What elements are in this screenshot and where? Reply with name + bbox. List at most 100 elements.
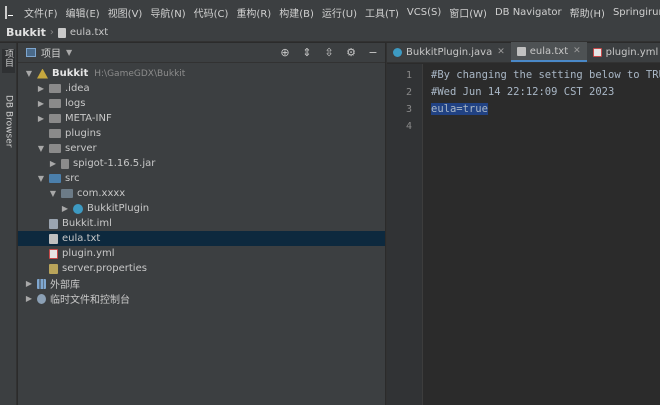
tree-item-spigot-jar[interactable]: ▶ spigot-1.16.5.jar	[18, 156, 385, 171]
tab-plugin-yml[interactable]: plugin.yml	[587, 42, 660, 62]
chevron-down-icon[interactable]: ▼	[48, 189, 58, 198]
code-editor[interactable]: #By changing the setting below to TRUE y…	[431, 64, 660, 405]
tree-label: META-INF	[65, 113, 112, 124]
menu-window[interactable]: 窗口(W)	[449, 5, 487, 20]
chevron-right-icon: ›	[49, 27, 54, 38]
tree-label: Bukkit	[52, 68, 89, 79]
menu-vcs[interactable]: VCS(S)	[407, 7, 441, 18]
class-icon	[73, 203, 83, 214]
tab-eula-txt[interactable]: eula.txt ✕	[510, 42, 587, 62]
tree-item-bukkit[interactable]: ▼ Bukkit H:\GameGDX\Bukkit	[18, 66, 385, 81]
tree-item-bukkit-iml[interactable]: Bukkit.iml	[18, 216, 385, 231]
menu-view[interactable]: 视图(V)	[108, 5, 143, 20]
project-tool-label: 项目	[3, 49, 13, 67]
tree-label: 临时文件和控制台	[50, 295, 130, 306]
tab-label: eula.txt	[529, 45, 569, 57]
chevron-down-icon[interactable]: ▼	[66, 48, 72, 57]
tree-item-external-libraries[interactable]: ▶ 外部库	[18, 276, 385, 291]
tree-item-logs[interactable]: ▶ logs	[18, 96, 385, 111]
menu-db-navigator[interactable]: DB Navigator	[495, 7, 562, 18]
menu-file[interactable]: 文件(F)	[24, 5, 58, 20]
tree-item-plugin-yml[interactable]: plugin.yml	[18, 246, 385, 261]
menu-run[interactable]: 运行(U)	[322, 5, 357, 20]
source-folder-icon	[49, 174, 61, 183]
tree-item-server-properties[interactable]: server.properties	[18, 261, 385, 276]
tree-item-package[interactable]: ▼ com.xxxx	[18, 186, 385, 201]
expand-all-icon[interactable]: ⇕	[301, 46, 313, 59]
menu-refactor[interactable]: 重构(R)	[236, 5, 271, 20]
tree-label: Bukkit.iml	[62, 218, 112, 229]
tab-label: plugin.yml	[605, 46, 659, 58]
tree-item-src[interactable]: ▼ src	[18, 171, 385, 186]
package-icon	[61, 189, 73, 198]
tree-label: logs	[65, 98, 86, 109]
chevron-right-icon[interactable]: ▶	[48, 159, 58, 168]
code-line[interactable]: #By changing the setting below to TRUE y…	[431, 69, 660, 81]
locate-icon[interactable]: ⊕	[279, 46, 291, 59]
tree-label: 外部库	[50, 280, 80, 291]
chevron-right-icon[interactable]: ▶	[24, 279, 34, 288]
folder-icon	[49, 99, 61, 108]
tree-label: server.properties	[62, 263, 147, 274]
yaml-file-icon	[592, 47, 602, 57]
chevron-down-icon[interactable]: ▼	[24, 69, 34, 78]
menu-bar: 文件(F) 编辑(E) 视图(V) 导航(N) 代码(C) 重构(R) 构建(B…	[0, 0, 660, 24]
project-path: H:\GameGDX\Bukkit	[94, 68, 186, 79]
tree-item-plugins[interactable]: plugins	[18, 126, 385, 141]
chevron-right-icon[interactable]: ▶	[36, 99, 46, 108]
project-panel: 项目 ▼ ⊕ ⇕ ⇳ ⚙ − ▼ Bukkit H:\GameGDX\Bukki…	[18, 43, 385, 405]
left-tool-strip: 项目 DB Browser	[0, 43, 17, 405]
line-number-gutter: 1 2 3 4	[387, 64, 423, 405]
tree-item-meta-inf[interactable]: ▶ META-INF	[18, 111, 385, 126]
chevron-right-icon[interactable]: ▶	[36, 84, 46, 93]
close-icon[interactable]: ✕	[573, 46, 581, 56]
gear-icon[interactable]: ⚙	[345, 46, 357, 59]
tab-bukkitplugin-java[interactable]: BukkitPlugin.java ✕	[387, 42, 511, 62]
code-line[interactable]: #Wed Jun 14 22:12:09 CST 2023	[431, 86, 614, 98]
minimize-icon[interactable]: −	[367, 46, 379, 59]
tree-label: BukkitPlugin	[87, 203, 150, 214]
tree-item-eula[interactable]: eula.txt	[18, 231, 385, 246]
menu-tools[interactable]: 工具(T)	[365, 5, 399, 20]
tree-item-bukkitplugin[interactable]: ▶ BukkitPlugin	[18, 201, 385, 216]
folder-icon	[49, 114, 61, 123]
tree-item-scratches[interactable]: ▶ 临时文件和控制台	[18, 291, 385, 306]
tree-label: plugins	[65, 128, 102, 139]
menu-edit[interactable]: 编辑(E)	[66, 5, 100, 20]
properties-file-icon	[49, 263, 58, 274]
menu-navigate[interactable]: 导航(N)	[150, 5, 185, 20]
project-view-icon	[26, 48, 36, 57]
db-browser-tool-tab[interactable]: DB Browser	[2, 95, 15, 159]
text-file-icon	[516, 46, 526, 56]
app-logo-icon[interactable]	[5, 5, 13, 19]
tree-label: spigot-1.16.5.jar	[73, 158, 156, 169]
jar-icon	[61, 158, 69, 169]
panel-title[interactable]: 项目	[41, 45, 61, 60]
db-browser-label: DB Browser	[3, 95, 14, 148]
tree-label: plugin.yml	[62, 248, 115, 259]
tab-label: BukkitPlugin.java	[406, 46, 493, 58]
library-icon	[37, 278, 46, 289]
collapse-all-icon[interactable]: ⇳	[323, 46, 335, 59]
close-icon[interactable]: ✕	[497, 47, 505, 57]
folder-icon	[49, 84, 61, 93]
code-line-selected[interactable]: eula=true	[431, 103, 488, 115]
menu-code[interactable]: 代码(C)	[194, 5, 229, 20]
breadcrumb-project[interactable]: Bukkit	[6, 26, 46, 39]
chevron-right-icon[interactable]: ▶	[60, 204, 70, 213]
menu-help[interactable]: 帮助(H)	[570, 5, 605, 20]
tree-label: com.xxxx	[77, 188, 126, 199]
chevron-right-icon[interactable]: ▶	[24, 294, 34, 303]
chevron-down-icon[interactable]: ▼	[36, 174, 46, 183]
folder-icon	[49, 144, 61, 153]
tree-item-idea[interactable]: ▶ .idea	[18, 81, 385, 96]
menu-springirun[interactable]: Springirun	[613, 7, 660, 18]
tree-item-server[interactable]: ▼ server	[18, 141, 385, 156]
chevron-right-icon[interactable]: ▶	[36, 114, 46, 123]
breadcrumb-file[interactable]: eula.txt	[70, 27, 108, 38]
menu-build[interactable]: 构建(B)	[279, 5, 314, 20]
project-tool-tab[interactable]: 项目	[2, 49, 15, 73]
text-file-icon	[49, 233, 58, 244]
tree-label: server	[65, 143, 97, 154]
chevron-down-icon[interactable]: ▼	[36, 144, 46, 153]
